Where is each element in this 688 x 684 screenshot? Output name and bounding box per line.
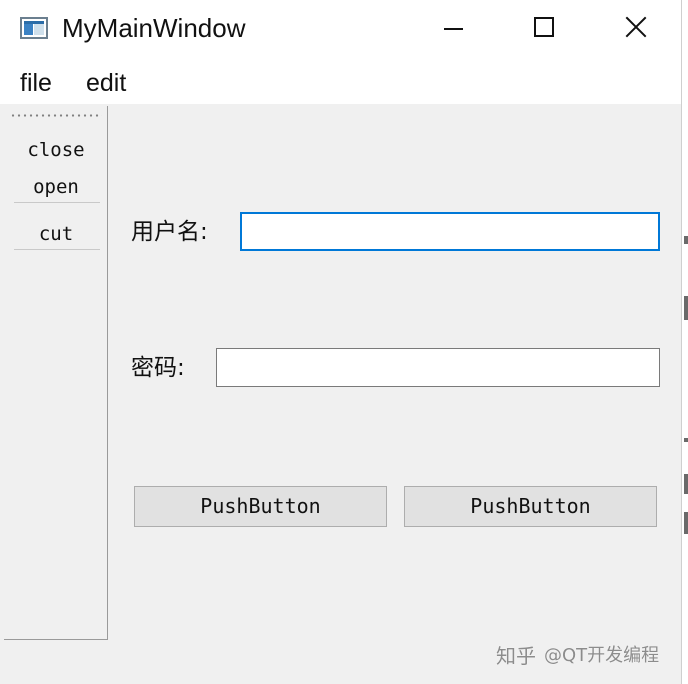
toolbar-open-action[interactable]: open [4, 175, 108, 199]
background-edge-fragment [684, 438, 688, 442]
push-button-left[interactable]: PushButton [134, 486, 387, 527]
toolbar-separator [14, 202, 100, 203]
toolbar-drag-handle[interactable] [10, 114, 102, 117]
background-edge-fragment [684, 236, 688, 244]
toolbar-separator [14, 249, 100, 250]
menu-file[interactable]: file [20, 68, 52, 98]
menu-edit[interactable]: edit [86, 68, 126, 98]
toolbar-cut-action[interactable]: cut [4, 222, 108, 246]
background-edge-fragment [684, 512, 688, 534]
watermark-account: @QT开发编程 [544, 645, 660, 666]
window-title: MyMainWindow [62, 13, 246, 43]
username-label: 用户名: [131, 219, 208, 245]
main-window: MyMainWindow file edit close open cut 用户… [0, 0, 682, 684]
password-input[interactable] [216, 348, 660, 387]
close-icon [625, 16, 647, 38]
menu-bar: file edit [0, 60, 681, 104]
maximize-button[interactable] [498, 0, 590, 60]
username-input[interactable] [240, 212, 660, 251]
toolbar-close-action[interactable]: close [4, 138, 108, 162]
background-edge-fragment [684, 296, 688, 320]
background-edge-fragment [684, 474, 688, 494]
watermark-site: 知乎 [496, 643, 536, 668]
password-label: 密码: [131, 355, 185, 381]
maximize-icon [534, 17, 554, 37]
title-bar: MyMainWindow [0, 0, 682, 60]
minimize-button[interactable] [408, 0, 500, 60]
push-button-right[interactable]: PushButton [404, 486, 657, 527]
vertical-toolbar: close open cut [4, 106, 108, 640]
window-app-icon [20, 17, 48, 39]
close-button[interactable] [590, 0, 682, 60]
zhihu-watermark: 知乎 @QT开发编程 [496, 640, 659, 668]
